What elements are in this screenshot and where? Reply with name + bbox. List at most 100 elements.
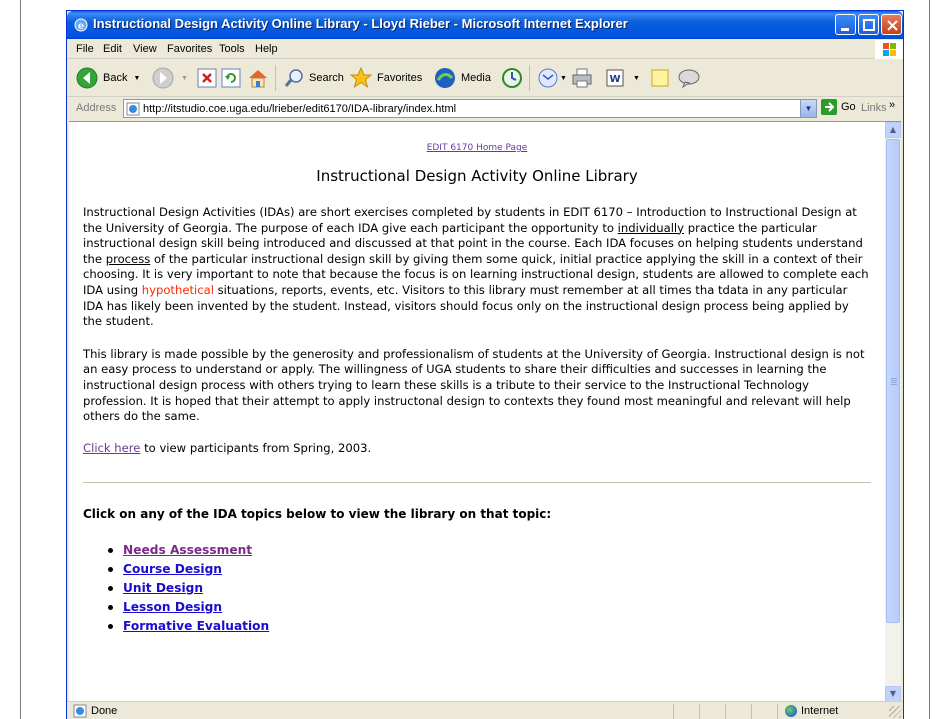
acknowledgement-paragraph: This library is made possible by the gen… bbox=[83, 346, 865, 424]
stop-icon bbox=[197, 68, 217, 88]
home-button[interactable] bbox=[247, 65, 269, 91]
media-icon bbox=[435, 68, 455, 88]
scroll-down-icon[interactable]: ▼ bbox=[885, 686, 901, 701]
bullet-icon bbox=[108, 547, 113, 553]
print-icon bbox=[572, 68, 592, 88]
address-dropdown-icon[interactable]: ▼ bbox=[800, 100, 816, 117]
close-icon bbox=[887, 20, 898, 31]
media-label: Media bbox=[461, 72, 491, 84]
status-bar: Done Internet bbox=[67, 701, 903, 719]
status-separator bbox=[699, 704, 700, 719]
edit-dropdown-icon[interactable]: ▼ bbox=[633, 75, 640, 82]
bullet-icon bbox=[108, 623, 113, 629]
outer-frame-left bbox=[20, 0, 21, 719]
intro-hypothetical-highlight: hypothetical bbox=[141, 282, 214, 297]
topic-link-course-design[interactable]: Course Design bbox=[123, 562, 222, 576]
messenger-button[interactable] bbox=[677, 65, 701, 91]
messenger-chat-icon bbox=[678, 69, 700, 89]
discuss-button[interactable] bbox=[649, 65, 671, 91]
favorites-button[interactable]: Favorites bbox=[349, 65, 422, 91]
list-item: Formative Evaluation bbox=[108, 617, 871, 636]
svg-text:e: e bbox=[78, 21, 84, 32]
forward-dropdown-icon[interactable]: ▼ bbox=[181, 75, 188, 82]
menu-file[interactable]: File bbox=[76, 43, 94, 55]
history-button[interactable] bbox=[501, 65, 523, 91]
search-label: Search bbox=[309, 72, 344, 84]
refresh-button[interactable] bbox=[221, 65, 241, 91]
address-url: http://itstudio.coe.uga.edu/lrieber/edit… bbox=[143, 102, 457, 115]
minimize-icon bbox=[841, 28, 849, 31]
topic-link-formative-evaluation[interactable]: Formative Evaluation bbox=[123, 619, 269, 633]
intro-underline-individually: individually bbox=[617, 220, 685, 235]
mail-dropdown-icon[interactable]: ▼ bbox=[560, 75, 567, 82]
media-button[interactable]: Media bbox=[433, 65, 491, 91]
internet-globe-icon bbox=[785, 705, 797, 717]
standard-toolbar: Back ▼ ▼ Search Favorites Media ▼ W ▼ bbox=[67, 59, 903, 97]
list-item: Needs Assessment bbox=[108, 541, 871, 560]
menu-help[interactable]: Help bbox=[255, 43, 278, 55]
address-label: Address bbox=[76, 102, 117, 114]
status-separator bbox=[725, 704, 726, 719]
stop-button[interactable] bbox=[197, 65, 217, 91]
forward-arrow-icon bbox=[152, 67, 174, 89]
menu-view[interactable]: View bbox=[133, 43, 157, 55]
windows-logo-icon bbox=[875, 40, 903, 59]
resize-grip-icon[interactable] bbox=[889, 706, 901, 718]
menu-edit[interactable]: Edit bbox=[103, 43, 122, 55]
bullet-icon bbox=[108, 604, 113, 610]
menu-favorites[interactable]: Favorites bbox=[167, 43, 212, 55]
word-edit-icon: W bbox=[606, 69, 624, 87]
back-dropdown-icon[interactable]: ▼ bbox=[133, 75, 140, 82]
home-page-link[interactable]: EDIT 6170 Home Page bbox=[83, 143, 871, 153]
status-text: Done bbox=[91, 705, 118, 717]
thumb-grip-icon bbox=[891, 378, 897, 386]
menu-tools[interactable]: Tools bbox=[219, 43, 245, 55]
outer-frame-right bbox=[929, 0, 930, 719]
minimize-button[interactable] bbox=[835, 14, 856, 35]
scroll-up-icon[interactable]: ▲ bbox=[885, 122, 901, 138]
back-arrow-icon bbox=[76, 67, 98, 89]
maximize-button[interactable] bbox=[858, 14, 879, 35]
spring-participants-line: Click here to view participants from Spr… bbox=[83, 441, 871, 455]
favorites-star-icon bbox=[349, 66, 373, 89]
topics-list: Needs Assessment Course Design Unit Desi… bbox=[108, 541, 871, 636]
mail-icon bbox=[538, 68, 558, 88]
page-title: Instructional Design Activity Online Lib… bbox=[316, 167, 638, 185]
back-button[interactable]: Back ▼ bbox=[75, 65, 140, 91]
address-input[interactable]: http://itstudio.coe.uga.edu/lrieber/edit… bbox=[123, 99, 817, 118]
toolbar-separator bbox=[275, 65, 276, 91]
menu-bar: File Edit View Favorites Tools Help bbox=[67, 39, 903, 59]
edit-button[interactable]: W ▼ bbox=[605, 65, 640, 91]
title-bar[interactable]: e Instructional Design Activity Online L… bbox=[67, 11, 903, 39]
search-icon bbox=[284, 69, 303, 87]
click-here-link[interactable]: Click here bbox=[83, 441, 140, 455]
links-label[interactable]: Links bbox=[861, 102, 887, 114]
list-item: Unit Design bbox=[108, 579, 871, 598]
forward-button[interactable]: ▼ bbox=[151, 65, 188, 91]
favorites-label: Favorites bbox=[377, 72, 423, 84]
status-separator bbox=[673, 704, 674, 719]
page-done-icon bbox=[73, 704, 87, 718]
list-item: Course Design bbox=[108, 560, 871, 579]
go-button[interactable]: Go bbox=[821, 99, 856, 115]
go-arrow-icon bbox=[821, 99, 837, 115]
page-content: EDIT 6170 Home Page Instructional Design… bbox=[69, 122, 883, 701]
close-button[interactable] bbox=[881, 14, 902, 35]
topic-link-unit-design[interactable]: Unit Design bbox=[123, 581, 203, 595]
mail-button[interactable]: ▼ bbox=[537, 65, 567, 91]
search-button[interactable]: Search bbox=[283, 65, 344, 91]
window-title: Instructional Design Activity Online Lib… bbox=[93, 16, 628, 31]
status-separator bbox=[751, 704, 752, 719]
links-chevron-icon[interactable]: » bbox=[889, 99, 895, 111]
scrollbar-thumb[interactable] bbox=[886, 139, 900, 623]
topic-link-lesson-design[interactable]: Lesson Design bbox=[123, 600, 222, 614]
history-icon bbox=[502, 68, 522, 88]
topic-link-needs-assessment[interactable]: Needs Assessment bbox=[123, 543, 252, 557]
address-bar: Address http://itstudio.coe.uga.edu/lrie… bbox=[67, 98, 903, 120]
vertical-scrollbar[interactable]: ▲ ▼ bbox=[885, 122, 901, 701]
discuss-note-icon bbox=[651, 69, 669, 87]
print-button[interactable] bbox=[571, 65, 593, 91]
page-viewport: EDIT 6170 Home Page Instructional Design… bbox=[69, 121, 901, 701]
bullet-icon bbox=[108, 585, 113, 591]
maximize-icon bbox=[863, 19, 875, 31]
